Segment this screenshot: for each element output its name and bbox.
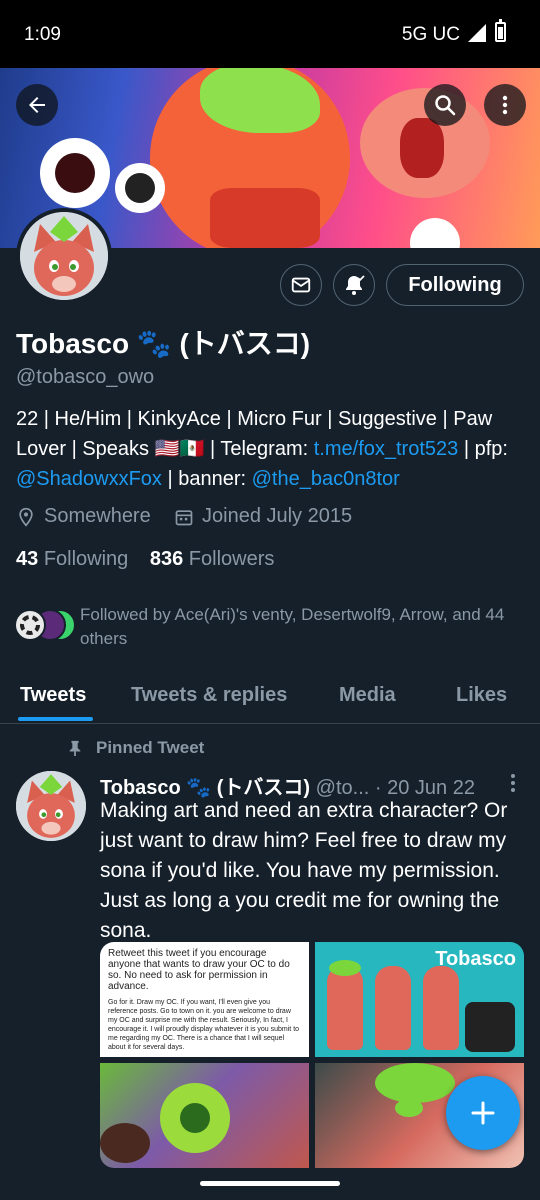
- network-indicator: 5G UC: [401, 24, 460, 45]
- follow-counts: 43 Following 836 Followers: [16, 548, 274, 571]
- tab-media[interactable]: Media: [339, 684, 396, 707]
- tab-tweets-and-replies[interactable]: Tweets & replies: [131, 684, 287, 707]
- media-image-2[interactable]: Tobasco: [315, 942, 524, 1057]
- back-button[interactable]: [16, 84, 58, 126]
- search-icon: [435, 95, 456, 116]
- user-handle: @tobasco_owo: [16, 366, 155, 388]
- followed-by-text[interactable]: Followed by Ace(Ari)'s venty, Desertwolf…: [80, 603, 520, 651]
- tweet-more-icon[interactable]: [505, 772, 521, 794]
- bio-text: | pfp:: [458, 438, 508, 460]
- back-arrow-icon: [29, 97, 45, 113]
- banner-paw-1-pad: [55, 153, 95, 193]
- banner-paw-3: [410, 218, 460, 248]
- followed-by-avatars[interactable]: [14, 609, 76, 643]
- message-button[interactable]: [280, 264, 322, 306]
- home-indicator[interactable]: [200, 1181, 340, 1186]
- status-time: 1:09: [24, 24, 61, 45]
- following-count: 43: [16, 548, 39, 570]
- banner-fox-bandana: [210, 188, 320, 248]
- plus-icon: [471, 1101, 495, 1125]
- tweet-text: Making art and need an extra character? …: [100, 799, 508, 942]
- profile-tabs: Tweets Tweets & replies Media Likes: [0, 666, 540, 724]
- bell-icon: [346, 275, 365, 295]
- more-options-button[interactable]: [484, 84, 526, 126]
- notifications-button[interactable]: [333, 264, 375, 306]
- bio-telegram-link[interactable]: t.me/fox_trot523: [314, 438, 459, 460]
- pinned-label-text: Pinned Tweet: [96, 738, 205, 757]
- tab-tweets[interactable]: Tweets: [20, 684, 86, 707]
- bio-text: | banner:: [161, 468, 252, 490]
- banner-sauce-bottle: [400, 118, 444, 178]
- banner-fox-hair: [200, 68, 320, 133]
- following-count-link[interactable]: 43 Following: [16, 548, 128, 570]
- active-tab-indicator: [18, 717, 93, 721]
- avatar: [14, 609, 46, 641]
- following-button[interactable]: Following: [386, 264, 524, 306]
- signal-icon: [468, 24, 486, 42]
- fox-avatar-image: [20, 212, 108, 300]
- media-1-heading: Retweet this tweet if you encourage anyo…: [108, 948, 290, 992]
- profile-bio: 22 | He/Him | KinkyAce | Micro Fur | Sug…: [16, 404, 528, 494]
- media-image-1[interactable]: Retweet this tweet if you encourage anyo…: [100, 942, 309, 1057]
- location-pin-icon: [19, 507, 33, 527]
- bio-banner-mention[interactable]: @the_bac0n8tor: [252, 468, 400, 490]
- profile-avatar[interactable]: [16, 208, 112, 304]
- search-button[interactable]: [424, 84, 466, 126]
- followers-count: 836: [149, 548, 184, 570]
- status-bar: 1:09 5G UC: [0, 0, 540, 68]
- followers-label: Followers: [188, 548, 275, 570]
- joined-text: Joined July 2015: [202, 505, 353, 527]
- calendar-icon: [175, 509, 193, 525]
- media-1-body: Go for it. Draw my OC. If you want, I'll…: [108, 999, 300, 1051]
- pinned-tweet-label: Pinned Tweet: [68, 738, 204, 758]
- followers-count-link[interactable]: 836 Followers: [150, 548, 275, 570]
- media-image-3[interactable]: [100, 1063, 309, 1168]
- location-text: Somewhere: [44, 505, 151, 527]
- profile-joined: Joined July 2015: [174, 505, 352, 528]
- more-vertical-icon: [502, 95, 508, 115]
- battery-icon: [495, 19, 506, 42]
- tweet-author-avatar[interactable]: [16, 771, 86, 841]
- compose-tweet-button[interactable]: [446, 1076, 520, 1150]
- mail-icon: [291, 277, 311, 293]
- pin-icon: [69, 740, 81, 756]
- tab-likes[interactable]: Likes: [456, 684, 507, 707]
- bio-pfp-mention[interactable]: @ShadowxxFox: [16, 468, 162, 490]
- fox-avatar-image: [16, 771, 86, 841]
- following-label: Following: [43, 548, 129, 570]
- display-name: Tobasco 🐾 (トバスコ): [16, 328, 311, 359]
- profile-location: Somewhere: [16, 505, 151, 528]
- banner-paw-2-pad: [125, 173, 155, 203]
